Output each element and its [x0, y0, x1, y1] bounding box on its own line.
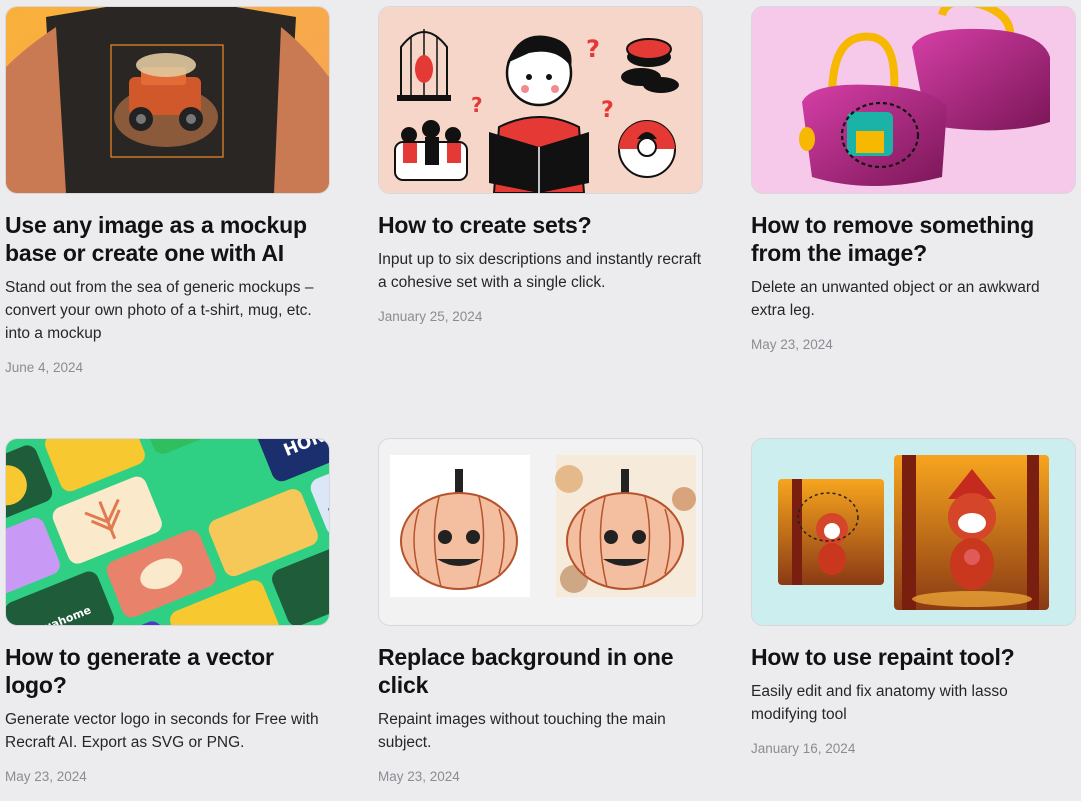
illustration-set-image[interactable]: ? ? ? [378, 6, 703, 194]
article-description: Generate vector logo in seconds for Free… [5, 711, 319, 751]
article-title[interactable]: How to create sets? [378, 211, 703, 239]
article-card-replace-background[interactable]: Replace background in one click Repaint … [378, 438, 703, 784]
article-description: Input up to six descriptions and instant… [378, 251, 702, 291]
article-title[interactable]: How to generate a vector logo? [5, 643, 330, 699]
handbag-eraser-image[interactable] [751, 6, 1076, 194]
article-title[interactable]: Replace background in one click [378, 643, 703, 699]
vector-logo-tiles-image[interactable]: HONG Aquahome safran [5, 438, 330, 626]
article-date: June 4, 2024 [5, 360, 84, 375]
article-title[interactable]: How to remove something from the image? [751, 211, 1076, 267]
article-date: May 23, 2024 [751, 337, 833, 352]
article-card-vector-logo[interactable]: HONG Aquahome safran How to generate a v… [5, 438, 330, 784]
article-date: January 25, 2024 [378, 309, 483, 324]
article-card-repaint-tool[interactable]: How to use repaint tool? Easily edit and… [751, 438, 1076, 756]
article-title[interactable]: Use any image as a mockup base or create… [5, 211, 330, 267]
pumpkin-background-image[interactable] [378, 438, 703, 626]
svg-text:?: ? [586, 35, 600, 63]
article-description: Easily edit and fix anatomy with lasso m… [751, 683, 1008, 723]
red-panda-repaint-image[interactable] [751, 438, 1076, 626]
svg-text:?: ? [471, 93, 483, 117]
article-description: Repaint images without touching the main… [378, 711, 666, 751]
article-title[interactable]: How to use repaint tool? [751, 643, 1076, 671]
article-card-sets[interactable]: ? ? ? How to create sets? Input up to si… [378, 6, 703, 324]
article-card-remove-object[interactable]: How to remove something from the image? … [751, 6, 1076, 352]
article-date: May 23, 2024 [378, 769, 460, 784]
svg-text:?: ? [601, 98, 614, 123]
article-description: Stand out from the sea of generic mockup… [5, 279, 314, 342]
article-card-mockup[interactable]: Use any image as a mockup base or create… [5, 6, 330, 375]
tshirt-mockup-image[interactable] [5, 6, 330, 194]
article-description: Delete an unwanted object or an awkward … [751, 279, 1040, 319]
article-date: May 23, 2024 [5, 769, 87, 784]
article-date: January 16, 2024 [751, 741, 856, 756]
